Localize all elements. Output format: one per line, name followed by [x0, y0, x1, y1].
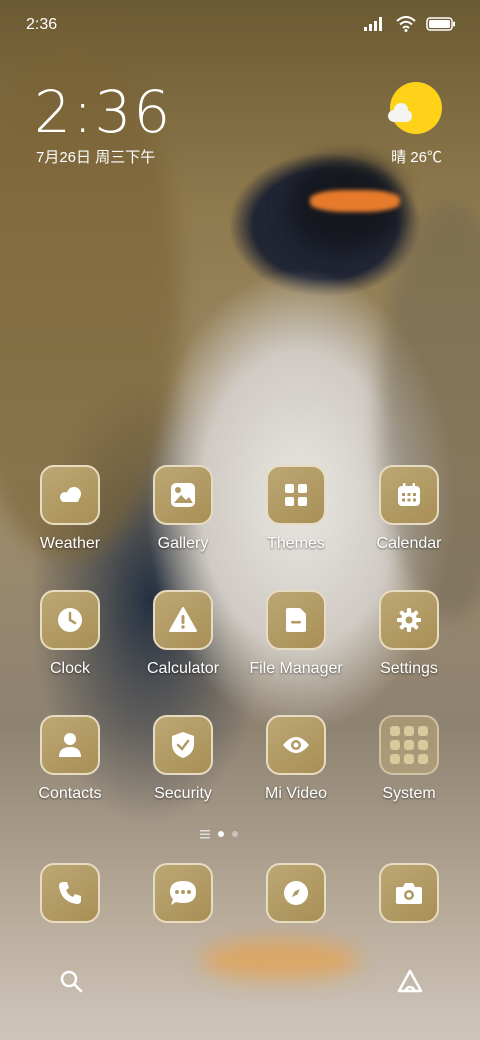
compass-icon: [266, 863, 326, 923]
app-weather[interactable]: Weather: [20, 465, 120, 553]
app-vault-button[interactable]: [396, 968, 424, 999]
app-label: Themes: [267, 535, 325, 552]
app-label: Calculator: [146, 660, 220, 677]
weather-text[interactable]: 晴 26℃: [391, 146, 442, 167]
battery-icon: [426, 17, 455, 31]
page-dot[interactable]: [232, 831, 238, 837]
app-mi-video[interactable]: Mi Video: [246, 715, 346, 803]
dock-camera[interactable]: [359, 863, 459, 923]
app-label: Weather: [39, 535, 101, 552]
dock-messages[interactable]: [133, 863, 233, 923]
app-label: Gallery: [157, 535, 209, 552]
image-icon: [153, 465, 213, 525]
folder-icon: [266, 590, 326, 650]
app-contacts[interactable]: Contacts: [20, 715, 120, 803]
status-icons: [364, 16, 456, 32]
app-themes[interactable]: Themes: [246, 465, 346, 553]
app-gallery[interactable]: Gallery: [133, 465, 233, 553]
wifi-icon: [396, 16, 416, 32]
gear-icon: [379, 590, 439, 650]
app-label: Security: [154, 785, 212, 802]
eye-icon: [266, 715, 326, 775]
folder-icon: [379, 715, 439, 775]
app-calendar[interactable]: Calendar: [359, 465, 459, 553]
app-system-folder[interactable]: System: [359, 715, 459, 803]
app-label: Calendar: [376, 535, 442, 552]
app-label: Mi Video: [265, 785, 327, 802]
sun-icon: [388, 82, 442, 134]
person-icon: [40, 715, 100, 775]
home-clock[interactable]: 2:36: [34, 78, 172, 146]
app-settings[interactable]: Settings: [359, 590, 459, 678]
clock-icon: [40, 590, 100, 650]
home-date[interactable]: 7月26日 周三下午: [36, 146, 155, 167]
page-indicator[interactable]: [200, 829, 238, 839]
search-icon: [60, 970, 83, 993]
calendar-icon: [379, 465, 439, 525]
dock-phone[interactable]: [20, 863, 120, 923]
status-time: 2:36: [26, 16, 58, 33]
app-clock[interactable]: Clock: [20, 590, 120, 678]
app-label: Clock: [49, 660, 90, 677]
list-icon: [200, 830, 210, 839]
camera-icon: [379, 863, 439, 923]
weather-widget[interactable]: [384, 82, 444, 134]
grid-icon: [266, 465, 326, 525]
status-bar: 2:36: [0, 0, 480, 50]
shield-icon: [153, 715, 213, 775]
app-label: Contacts: [38, 785, 102, 802]
phone-icon: [40, 863, 100, 923]
app-security[interactable]: Security: [133, 715, 233, 803]
app-label: Settings: [380, 660, 438, 677]
app-label: File Manager: [249, 660, 343, 677]
dock-browser[interactable]: [246, 863, 346, 923]
warning-icon: [153, 590, 213, 650]
app-label: System: [382, 785, 436, 802]
signal-icon: [364, 17, 382, 31]
triangle-icon: [397, 969, 423, 993]
message-icon: [153, 863, 213, 923]
cloud-icon: [40, 465, 100, 525]
page-dot-active[interactable]: [218, 831, 224, 837]
app-calculator[interactable]: Calculator: [133, 590, 233, 678]
app-file-manager[interactable]: File Manager: [246, 590, 346, 678]
search-button[interactable]: [58, 968, 84, 999]
